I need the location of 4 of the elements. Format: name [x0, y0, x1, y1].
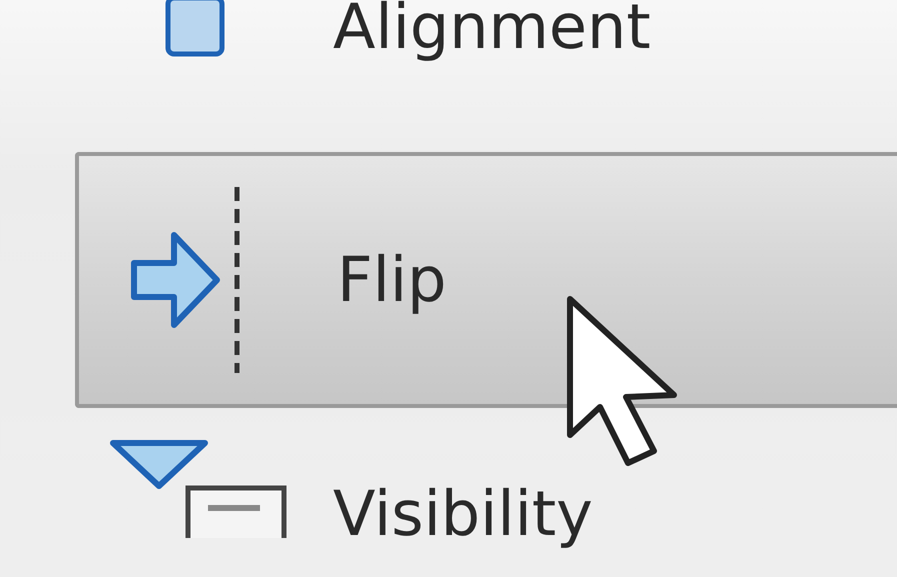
- menu-item[interactable]: Flip: [75, 152, 897, 408]
- checkbox-icon: [165, 0, 225, 59]
- menu-item[interactable]: Visibility: [75, 438, 897, 558]
- menu-item[interactable]: Alignment: [75, 0, 897, 62]
